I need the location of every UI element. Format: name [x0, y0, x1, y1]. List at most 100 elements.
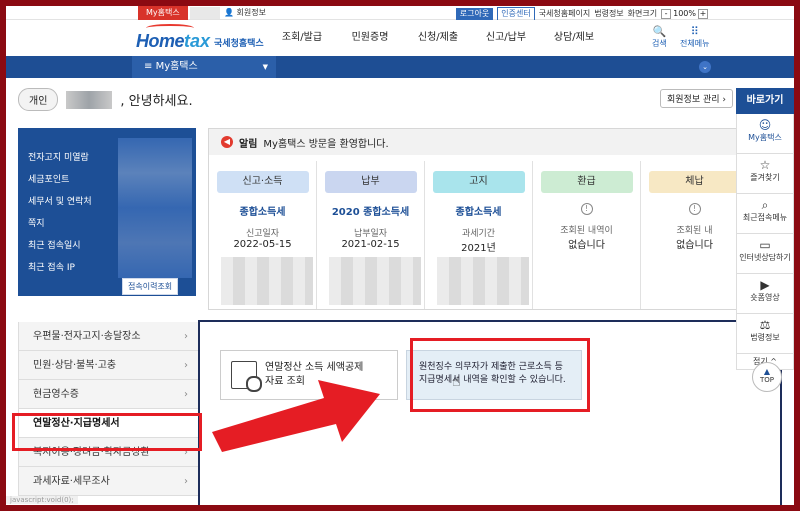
status-cards: 신고·소득 종합소득세 신고일자 2022-05-15 납부 2020 종합소득… [209, 161, 749, 309]
panel-item: 전자고지 미열람 [28, 153, 89, 163]
status-card-notice[interactable]: 고지 종합소득세 과세기간 2021년 [425, 161, 533, 309]
side-menu-label: 우편물·전자고지·송달장소 [33, 331, 141, 342]
annotation-arrow-icon [212, 380, 380, 452]
expand-circle-icon[interactable]: ⌄ [699, 61, 711, 73]
blurred-amount [221, 257, 313, 305]
quick-label: 최근접속메뉴 [742, 213, 788, 222]
caret-down-icon: ▼ [262, 63, 268, 71]
card-tag: 체납 [648, 171, 741, 193]
member-management-button[interactable]: 회원정보 관리 › [660, 89, 734, 108]
panel-item: 세무서 및 연락처 [28, 197, 92, 207]
panel-item: 쪽지 [28, 219, 45, 229]
zoom-out-button[interactable]: - [661, 9, 672, 19]
arrow-up-icon: ▲ [763, 367, 771, 376]
nav-report-pay[interactable]: 신고/납부 [472, 20, 540, 56]
nav-consult-report[interactable]: 상담/제보 [540, 20, 608, 56]
search-icon: 🔍 [652, 25, 667, 38]
notice-box: ◀ 알림 My홈택스 방문을 환영합니다. 신고·소득 종합소득세 신고일자 2… [208, 128, 749, 310]
quick-mytax[interactable]: ☺ My홈택스 [736, 114, 794, 154]
nts-home-link[interactable]: 국세청홈페이지 [539, 8, 591, 20]
blurred-amount [329, 257, 421, 305]
highlight-box-service [410, 338, 590, 412]
highlight-box-side-menu [12, 413, 202, 451]
card-value: 없습니다 [676, 240, 713, 251]
search-button[interactable]: 🔍 검색 [652, 26, 667, 49]
cert-center-button[interactable]: 인증센터 [497, 7, 535, 21]
zoom-in-button[interactable]: + [698, 9, 708, 19]
card-label: 조회된 내역이 [560, 226, 613, 236]
hand-cursor-icon: ☝ [452, 374, 461, 390]
card-title: 종합소득세 [239, 207, 286, 218]
card-label: 신고일자 [245, 229, 280, 239]
card-title: 2020 종합소득세 [331, 207, 410, 218]
mytax-dropdown-label: My홈택스 [155, 61, 198, 72]
utility-bar: My홈택스 👤 회원정보 로그아웃 인증센터 국세청홈페이지 법령정보 화면크기… [6, 6, 794, 21]
hometax-logo[interactable]: Home tax 국세청홈택스 [136, 24, 264, 52]
quick-links-title: 바로가기 [736, 88, 794, 114]
quick-label: 법령정보 [750, 333, 780, 342]
panel-item: 세금포인트 [28, 175, 70, 185]
chevron-right-icon: › [184, 389, 188, 400]
quick-short-video[interactable]: ▶ 숏폼영상 [736, 274, 794, 314]
card-label: 과세기간 [461, 229, 496, 239]
grid-icon: ⠿ [690, 25, 699, 38]
side-menu-item[interactable]: 과세자료·세무조사 › [18, 467, 198, 496]
side-menu-item[interactable]: 우편물·전자고지·송달장소 › [18, 322, 198, 351]
user-summary-panel: 전자고지 미열람 세금포인트 세무서 및 연락처 쪽지 최근 접속일시 최근 접… [18, 128, 196, 296]
browser-frame: My홈택스 👤 회원정보 로그아웃 인증센터 국세청홈페이지 법령정보 화면크기… [6, 6, 794, 505]
access-history-button[interactable]: 접속이력조회 [122, 278, 179, 295]
card-value: 2022-05-15 [233, 239, 292, 250]
status-card-payment[interactable]: 납부 2020 종합소득세 납부일자 2021-02-15 [317, 161, 425, 309]
info-icon: ! [688, 203, 701, 215]
law-info-link[interactable]: 법령정보 [594, 8, 623, 20]
status-card-report[interactable]: 신고·소득 종합소득세 신고일자 2022-05-15 [209, 161, 317, 309]
card-value: 2021년 [461, 243, 496, 254]
greeting-text: , 안녕하세요. [120, 94, 193, 109]
quick-law-info[interactable]: ⚖ 법령정보 [736, 314, 794, 354]
quick-online-consult[interactable]: ▭ 인터넷상담하기 [736, 234, 794, 274]
card-tag: 환급 [540, 171, 633, 193]
mytax-dropdown[interactable]: ≡ My홈택스 ▼ [132, 56, 276, 78]
gavel-icon: ⚖ [759, 318, 771, 332]
side-menu-label: 민원·상담·불복·고충 [33, 360, 117, 371]
search-label: 검색 [652, 39, 667, 48]
nav-apply-submit[interactable]: 신청/제출 [404, 20, 472, 56]
logo-home-text: Home [136, 31, 185, 51]
user-type-badge: 개인 [18, 88, 59, 111]
logout-button[interactable]: 로그아웃 [455, 8, 494, 20]
quick-favorites[interactable]: ☆ 즐겨찾기 [736, 154, 794, 194]
quick-recent-menu[interactable]: ⌕ 최근접속메뉴 [736, 194, 794, 234]
quick-label: 즐겨찾기 [750, 173, 780, 182]
site-header: Home tax 국세청홈택스 조회/발급 민원증명 신청/제출 신고/납부 상담… [6, 20, 794, 56]
side-menu-label: 과세자료·세무조사 [33, 476, 110, 487]
side-menu-item[interactable]: 민원·상담·불복·고충 › [18, 351, 198, 380]
quick-label: 인터넷상담하기 [739, 253, 791, 262]
card-tag: 납부 [324, 171, 417, 193]
member-info-label: 회원정보 [236, 8, 266, 17]
star-icon: ☆ [759, 158, 771, 172]
chevron-right-icon: › [184, 476, 188, 487]
zoom-value: 100% [673, 9, 696, 18]
mytax-tab[interactable]: My홈택스 [138, 6, 188, 20]
side-menu-item[interactable]: 현금영수증 › [18, 380, 198, 409]
greeting-row: 개인 , 안녕하세요. [18, 88, 193, 111]
member-management-label: 회원정보 관리 [667, 95, 720, 105]
scroll-top-button[interactable]: ▲ TOP [752, 362, 782, 392]
logo-swoosh [146, 24, 194, 32]
nav-civil-certificate[interactable]: 민원증명 [336, 20, 404, 56]
side-menu-label: 현금영수증 [33, 389, 79, 400]
person-icon: ☺ [758, 118, 772, 132]
chevron-right-icon: › [184, 360, 188, 371]
all-menu-button[interactable]: ⠿ 전체메뉴 [680, 26, 709, 49]
blurred-values [118, 138, 192, 278]
status-card-refund[interactable]: 환급 ! 조회된 내역이 없습니다 [533, 161, 641, 309]
main-navigation: 조회/발급 민원증명 신청/제출 신고/납부 상담/제보 [268, 20, 608, 56]
member-info-link[interactable]: 👤 회원정보 [224, 6, 266, 20]
logo-korean-name: 국세청홈택스 [214, 39, 264, 49]
blurred-greeting-name [66, 90, 113, 109]
status-card-arrears[interactable]: 체납 ! 조회된 내 없습니다 [641, 161, 749, 309]
bell-icon: ◀ [221, 136, 233, 148]
panel-item: 최근 접속일시 [28, 241, 81, 251]
notice-message: My홈택스 방문을 환영합니다. [263, 138, 389, 150]
nav-inquiry-issue[interactable]: 조회/발급 [268, 20, 336, 56]
